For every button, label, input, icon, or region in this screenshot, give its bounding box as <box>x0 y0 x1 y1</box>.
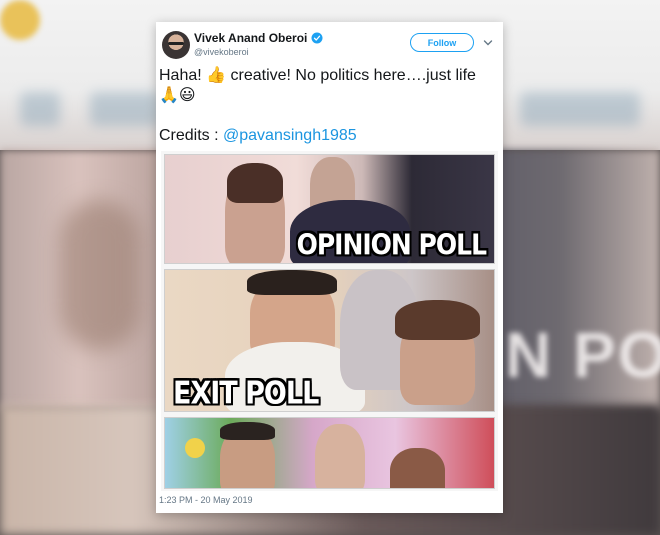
meme-person <box>220 422 275 440</box>
meme-person <box>227 163 283 203</box>
meme-panel-exit-poll: EXIT POLL <box>164 269 495 412</box>
author-handle[interactable]: @vivekoberoi <box>194 47 249 57</box>
meme-person <box>185 438 205 458</box>
tweet-text: Haha! 👍 creative! No politics here….just… <box>159 66 499 106</box>
background-face-blur <box>60 200 140 350</box>
meme-person <box>247 270 337 295</box>
follow-button[interactable]: Follow <box>410 33 474 52</box>
verified-badge-icon <box>311 32 323 44</box>
tweet-timestamp[interactable]: 1:23 PM - 20 May 2019 <box>159 495 253 505</box>
credits-label: Credits : <box>159 127 224 144</box>
tweet-media-image[interactable]: OPINION POLL EXIT POLL <box>161 151 498 491</box>
meme-caption-opinion-poll: OPINION POLL <box>296 227 487 262</box>
avatar-glasses <box>168 42 184 45</box>
meme-panel-family <box>164 417 495 489</box>
background-blurred-caption: N POLL <box>505 319 660 391</box>
background-emoji-blur <box>0 0 40 40</box>
avatar[interactable] <box>162 31 190 59</box>
chevron-down-icon[interactable] <box>483 38 493 48</box>
meme-person <box>390 448 445 488</box>
author-name[interactable]: Vivek Anand Oberoi <box>194 31 307 45</box>
tweet-text-line-1: Haha! 👍 creative! No politics here….just… <box>159 67 476 84</box>
meme-panel-opinion-poll: OPINION POLL <box>164 154 495 264</box>
meme-person <box>395 300 480 340</box>
author-name-row: Vivek Anand Oberoi <box>194 31 323 45</box>
credits-mention-link[interactable]: @pavansingh1985 <box>223 127 357 144</box>
tweet-card: Vivek Anand Oberoi @vivekoberoi Follow H… <box>156 22 503 513</box>
meme-caption-exit-poll: EXIT POLL <box>173 375 319 412</box>
tweet-credits: Credits : @pavansingh1985 <box>159 127 357 145</box>
meme-person <box>315 424 365 488</box>
tweet-text-line-2: 🙏😃 <box>159 87 196 104</box>
